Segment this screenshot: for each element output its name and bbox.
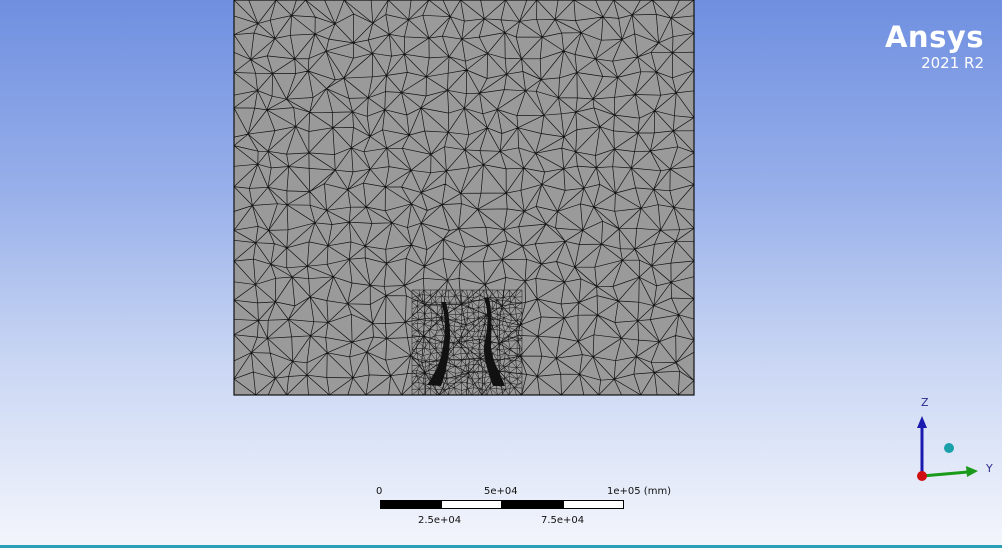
scale-label-1e5: 1e+05 (mm) (607, 486, 672, 497)
graphics-viewport[interactable]: Ansys 2021 R2 0 5e+04 1e+05 (mm) 2.5e+04… (0, 0, 1002, 548)
scale-label-5e4: 5e+04 (484, 486, 518, 497)
y-axis-label: Y (986, 462, 993, 475)
z-axis-label: Z (921, 396, 929, 409)
scale-label-7-5e4: 7.5e+04 (541, 515, 585, 526)
scale-label-0: 0 (376, 486, 383, 497)
brand-version: 2021 R2 (921, 54, 984, 72)
triad-axes-icon (917, 416, 978, 481)
mesh-model[interactable] (0, 0, 1002, 548)
scale-segment-2 (441, 500, 502, 509)
coordinate-triad[interactable]: Z Y (898, 392, 1002, 492)
brand-name: Ansys (884, 20, 984, 54)
ansys-logo: Ansys 2021 R2 (885, 20, 984, 72)
scale-segment-1 (380, 500, 441, 509)
scale-segment-3 (502, 500, 563, 509)
scale-segment-4 (563, 500, 624, 509)
scale-bar: 0 5e+04 1e+05 (mm) 2.5e+04 7.5e+04 (370, 486, 690, 532)
scale-label-2-5e4: 2.5e+04 (418, 515, 462, 526)
